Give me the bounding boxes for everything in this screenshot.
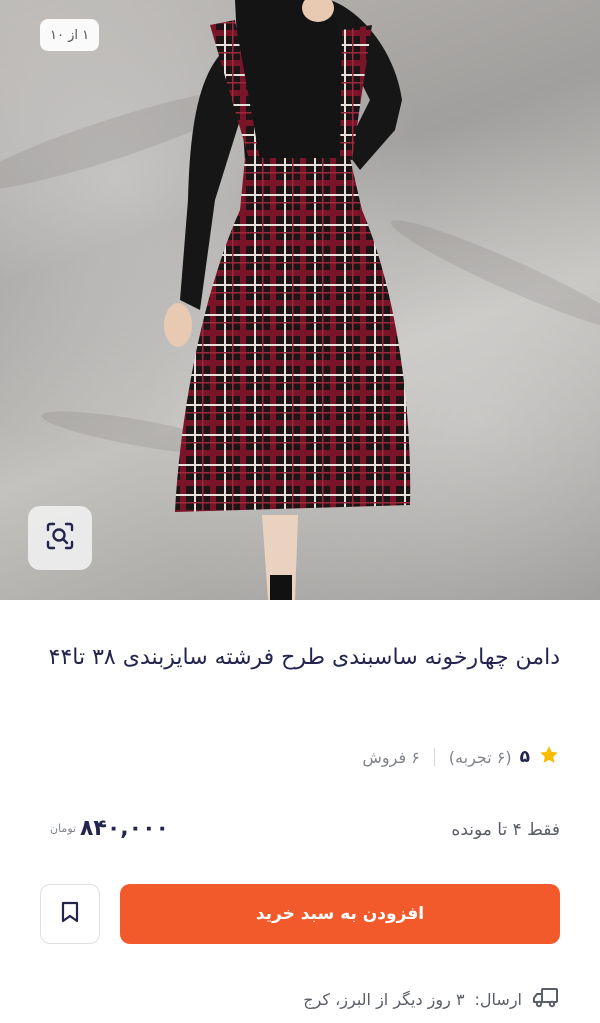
add-to-cart-button[interactable]: افزودن به سبد خرید (120, 884, 560, 944)
image-counter: ۱ از ۱۰ (50, 27, 90, 43)
product-photo (164, 0, 411, 600)
rating-count[interactable]: (۶ تجربه) (449, 748, 512, 767)
stock-warning: فقط ۴ تا مونده (451, 820, 560, 840)
rating-row: ۵ (۶ تجربه) ۶ فروش (362, 742, 560, 772)
product-image-gallery[interactable]: ۱ از ۱۰ (0, 0, 600, 600)
visual-search-button[interactable] (28, 506, 92, 570)
rating-value: ۵ (519, 747, 530, 767)
truck-icon (532, 985, 560, 1013)
price-block: تومان ۸۴۰,۰۰۰ (50, 816, 169, 841)
product-title: دامن چهارخونه ساسبندی طرح فرشته سایزبندی… (48, 645, 560, 670)
shipping-info: ارسال: ۳ روز دیگر از البرز، کرج (303, 985, 560, 1013)
bookmark-button[interactable] (40, 884, 100, 944)
sales-count: ۶ فروش (362, 747, 420, 767)
shipping-label: ارسال: (474, 989, 522, 1009)
star-icon (538, 744, 560, 770)
shipping-detail: ۳ روز دیگر از البرز، کرج (303, 989, 465, 1009)
currency-label: تومان (50, 821, 77, 835)
image-counter-badge: ۱ از ۱۰ (40, 19, 100, 51)
bookmark-icon (59, 900, 81, 928)
product-price: ۸۴۰,۰۰۰ (80, 816, 169, 841)
visual-search-icon (45, 521, 75, 555)
stock-price-row: فقط ۴ تا مونده تومان ۸۴۰,۰۰۰ (40, 816, 560, 856)
action-bar: افزودن به سبد خرید (40, 884, 560, 944)
divider (433, 748, 435, 766)
